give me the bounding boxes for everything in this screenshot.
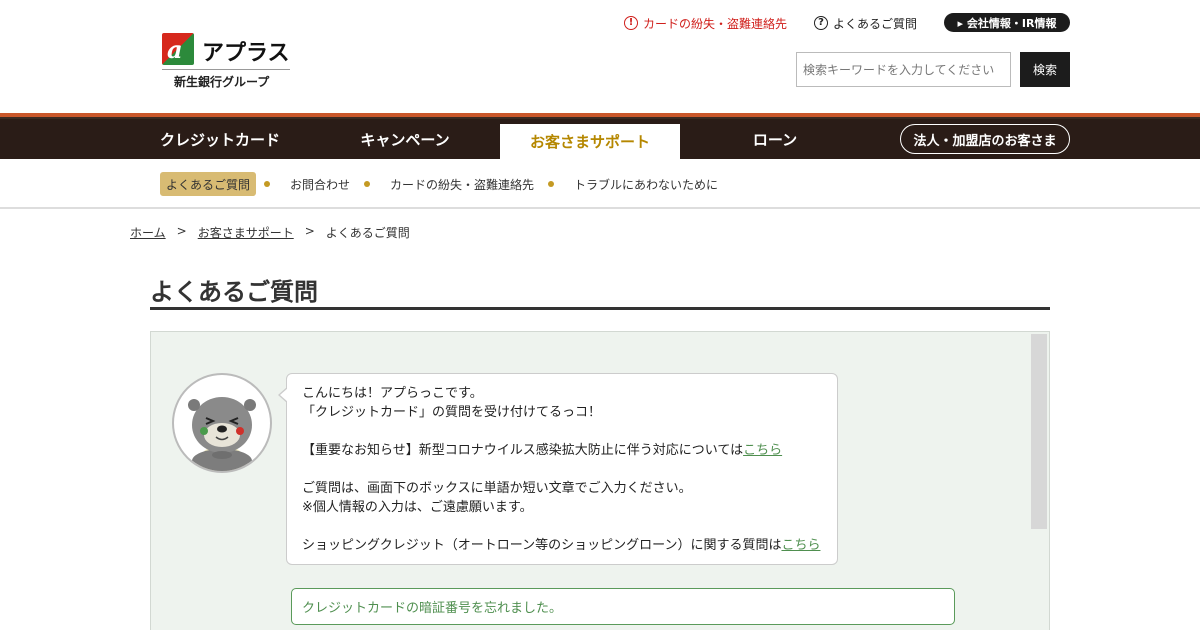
greeting-line-1: こんにちは！アプらっこです。 <box>302 386 483 401</box>
subnav-item-trouble[interactable]: トラブルにあわないために <box>568 172 724 196</box>
faq-label: よくあるご質問 <box>833 16 918 31</box>
main-nav: クレジットカード キャンペーン お客さまサポート ローン 法人・加盟店のお客さま <box>0 119 1200 159</box>
nav-loan[interactable]: ローン <box>690 119 860 159</box>
lost-card-link[interactable]: ! カードの紛失・盗難連絡先 <box>624 13 787 33</box>
bullet-icon <box>264 181 271 187</box>
logo-divider <box>162 69 290 70</box>
sub-nav: よくあるご質問 お問合わせ カードの紛失・盗難連絡先 トラブルにあわないために <box>160 172 724 196</box>
nav-campaign[interactable]: キャンペーン <box>320 119 490 159</box>
nav-customer-support[interactable]: お客さまサポート <box>500 124 680 159</box>
lost-card-label: カードの紛失・盗難連絡先 <box>643 16 788 31</box>
shopping-credit-note: ショッピングクレジット（オートローン等のショッピングローン）に関する質問はこちら <box>302 538 821 553</box>
title-divider <box>150 307 1050 310</box>
covid-notice-link[interactable]: こちら <box>743 443 782 458</box>
sea-otter-avatar-icon <box>172 373 272 473</box>
subnav-item-faq[interactable]: よくあるご質問 <box>160 172 284 196</box>
logo-name: アプラス <box>202 41 290 66</box>
chatbot-panel: こんにちは！アプらっこです。 「クレジットカード」の質問を受け付けてるっコ！ 【… <box>150 331 1050 630</box>
bullet-icon <box>548 181 555 187</box>
search-button[interactable]: 検索 <box>1020 52 1070 87</box>
page-title: よくあるご質問 <box>150 278 318 306</box>
question-icon: ? <box>814 16 828 30</box>
breadcrumb-separator: > <box>304 224 315 238</box>
logo-mark-icon: a <box>162 33 194 65</box>
faq-link[interactable]: ? よくあるご質問 <box>814 13 917 33</box>
covid-notice: 【重要なお知らせ】新型コロナウイルス感染拡大防止に伴う対応についてはこちら <box>302 443 783 458</box>
aplus-logo[interactable]: a アプラス 新生銀行グループ <box>162 33 292 91</box>
bot-message-bubble: こんにちは！アプらっこです。 「クレジットカード」の質問を受け付けてるっコ！ 【… <box>286 373 838 565</box>
user-query-bubble[interactable]: クレジットカードの暗証番号を忘れました。 <box>291 588 955 625</box>
corporate-customers-button[interactable]: 法人・加盟店のお客さま <box>900 124 1070 154</box>
bullet-icon <box>364 181 371 187</box>
breadcrumb-home[interactable]: ホーム <box>130 224 166 241</box>
corporate-info-button[interactable]: ▸ 会社情報・IR情報 <box>944 13 1070 32</box>
sea-otter-icon <box>188 397 256 471</box>
breadcrumb: ホーム > お客さまサポート > よくあるご質問 <box>130 224 410 241</box>
breadcrumb-current: よくあるご質問 <box>325 226 410 240</box>
breadcrumb-support[interactable]: お客さまサポート <box>198 224 294 241</box>
greeting-line-2: 「クレジットカード」の質問を受け付けてるっコ！ <box>302 405 602 420</box>
alert-icon: ! <box>624 16 638 30</box>
bubble-tail-inner <box>280 388 288 402</box>
logo-group-name: 新生銀行グループ <box>174 75 270 89</box>
search-input[interactable] <box>796 52 1011 87</box>
instruction-line-2: ※個人情報の入力は、ご遠慮願います。 <box>302 500 533 515</box>
subnav-item-contact[interactable]: お問合わせ <box>284 172 384 196</box>
subnav-divider <box>0 207 1200 209</box>
shopping-credit-link[interactable]: こちら <box>781 538 820 553</box>
nav-credit-card[interactable]: クレジットカード <box>120 119 320 159</box>
chat-scrollbar[interactable] <box>1031 334 1047 529</box>
breadcrumb-separator: > <box>176 224 187 238</box>
instruction-line-1: ご質問は、画面下のボックスに単語か短い文章でご入力ください。 <box>302 481 692 496</box>
subnav-item-lost-card[interactable]: カードの紛失・盗難連絡先 <box>384 172 568 196</box>
